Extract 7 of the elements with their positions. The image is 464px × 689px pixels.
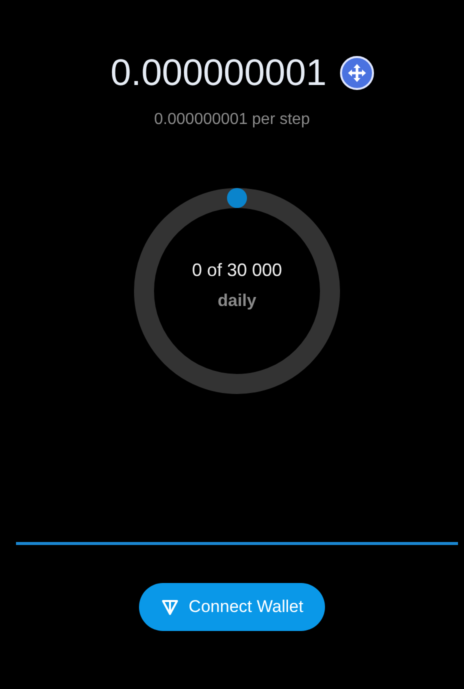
move-icon[interactable] (340, 56, 374, 90)
period-label: daily (218, 290, 256, 310)
triangle-icon (160, 598, 179, 616)
step-count: 0 of 30 000 (192, 260, 282, 280)
rate-text: 0.000000001 per step (154, 111, 310, 129)
connect-wallet-button[interactable]: Connect Wallet (138, 583, 326, 631)
balance-amount: 0.000000001 (110, 51, 327, 95)
